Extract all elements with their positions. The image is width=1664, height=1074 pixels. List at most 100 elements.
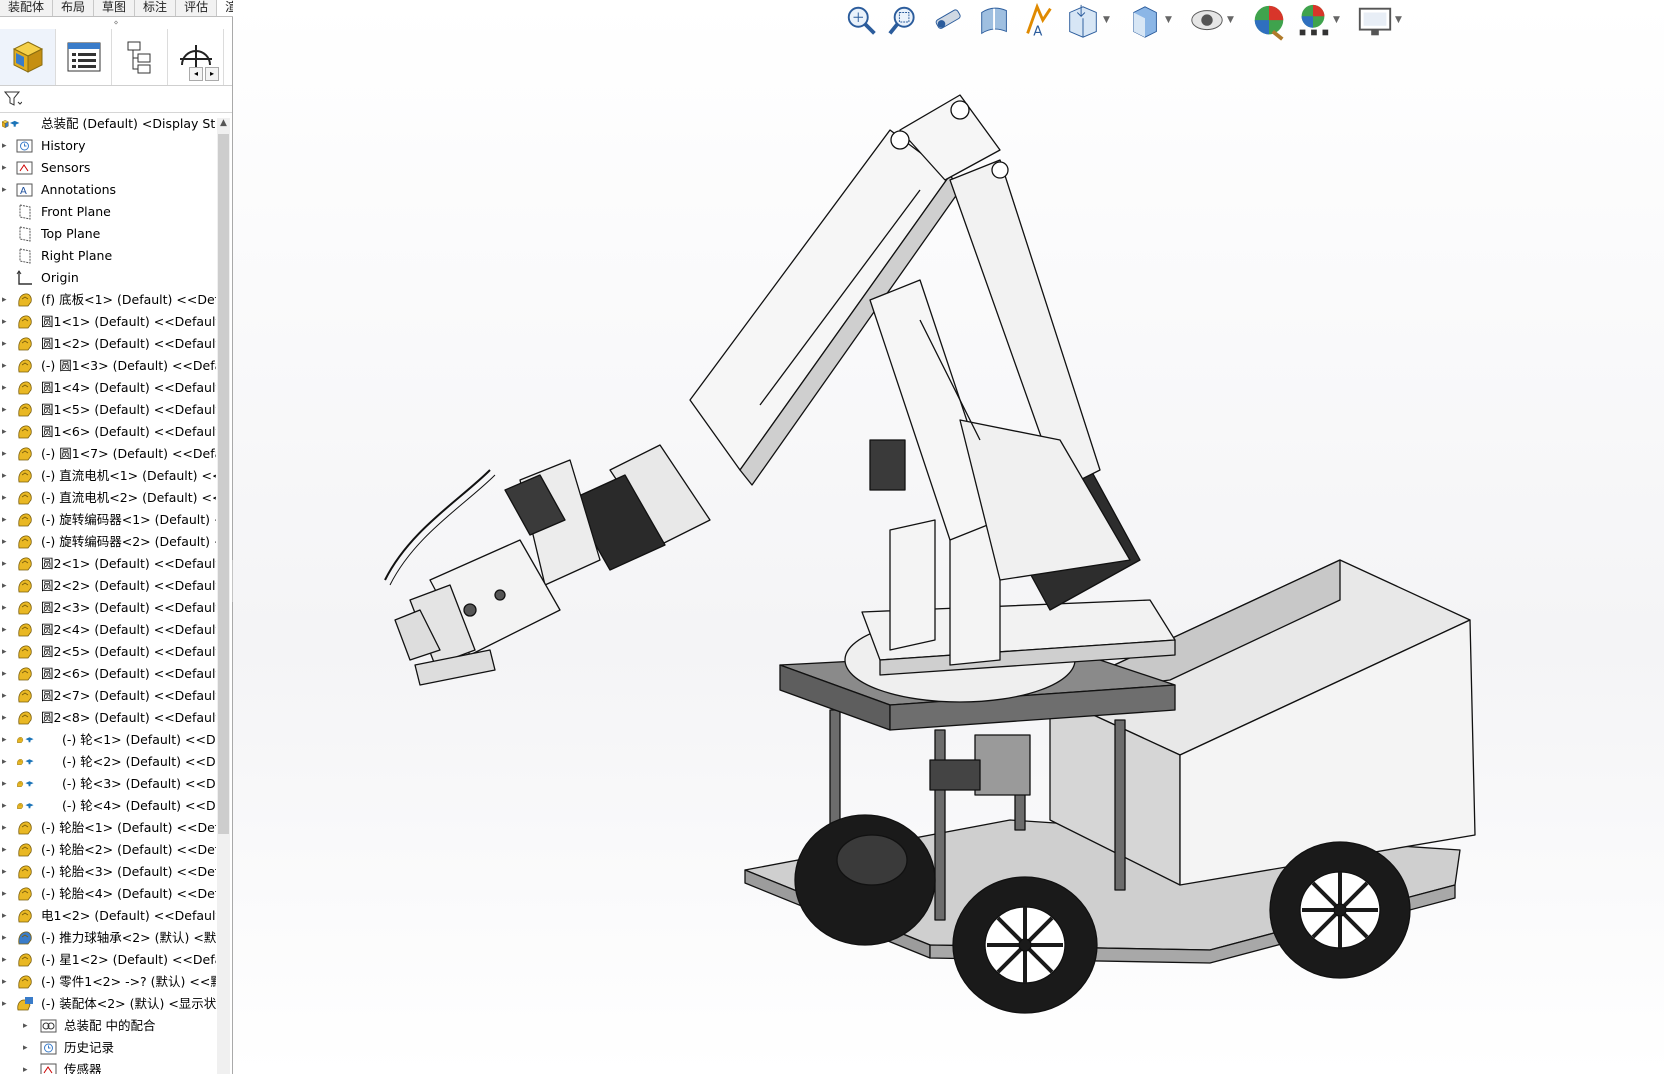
tree-item[interactable]: ▸ 圆1<1> (Default) <<Default>_ bbox=[0, 311, 216, 333]
expand-arrow-icon[interactable]: ▸ bbox=[2, 773, 12, 795]
expand-arrow-icon[interactable]: ▸ bbox=[2, 421, 12, 443]
tree-subitem[interactable]: ▸ 传感器 bbox=[0, 1059, 216, 1074]
expand-arrow-icon[interactable]: ▸ bbox=[2, 157, 12, 179]
tree-item[interactable]: ▸ (-) 轮<2> (Default) <<Def bbox=[0, 751, 216, 773]
tree-item[interactable]: ▸ 圆1<6> (Default) <<Default>_ bbox=[0, 421, 216, 443]
scroll-up-arrow-icon[interactable]: ▲ bbox=[217, 118, 230, 132]
tree-item[interactable]: ▸ (-) 轮<1> (Default) <<Def bbox=[0, 729, 216, 751]
ribbon-tab-0[interactable]: 装配体 bbox=[0, 0, 54, 16]
expand-arrow-icon[interactable]: ▸ bbox=[2, 927, 12, 949]
expand-arrow-icon[interactable]: ▸ bbox=[2, 751, 12, 773]
tree-item[interactable]: ▸ (-) 装配体<2> (默认) <显示状态 bbox=[0, 993, 216, 1015]
expand-arrow-icon[interactable]: ▸ bbox=[2, 487, 12, 509]
tree-subitem[interactable]: ▸ 历史记录 bbox=[0, 1037, 216, 1059]
expand-arrow-icon[interactable]: ▸ bbox=[2, 707, 12, 729]
expand-arrow-icon[interactable]: ▸ bbox=[2, 289, 12, 311]
expand-arrow-icon[interactable]: ▸ bbox=[2, 971, 12, 993]
tree-item[interactable]: ▸ History bbox=[0, 135, 216, 157]
expand-arrow-icon[interactable]: ▸ bbox=[2, 795, 12, 817]
tree-item[interactable]: ▸ 圆1<5> (Default) <<Default>_ bbox=[0, 399, 216, 421]
tree-item[interactable]: ▸ (-) 轮胎<3> (Default) <<Defau bbox=[0, 861, 216, 883]
expand-arrow-icon[interactable]: ▸ bbox=[2, 905, 12, 927]
expand-arrow-icon[interactable]: ▸ bbox=[2, 377, 12, 399]
tree-item[interactable]: ▸ 圆2<8> (Default) <<Default>_ bbox=[0, 707, 216, 729]
tree-item[interactable]: ▸ (-) 轮胎<1> (Default) <<Defau bbox=[0, 817, 216, 839]
tree-item[interactable]: ▸ 圆1<4> (Default) <<Default>_ bbox=[0, 377, 216, 399]
tab-featuremanager[interactable] bbox=[0, 29, 56, 85]
tree-item[interactable]: ▸ (-) 轮<3> (Default) <<Def bbox=[0, 773, 216, 795]
expand-arrow-icon[interactable]: ▸ bbox=[2, 443, 12, 465]
expand-arrow-icon[interactable]: ▸ bbox=[2, 333, 12, 355]
tree-item[interactable]: ▸ 圆2<5> (Default) <<Default>_ bbox=[0, 641, 216, 663]
expand-arrow-icon[interactable]: ▸ bbox=[2, 553, 12, 575]
expand-arrow-icon[interactable]: ▸ bbox=[2, 597, 12, 619]
tree-item[interactable]: ▸ 圆2<7> (Default) <<Default>_ bbox=[0, 685, 216, 707]
expand-arrow-icon[interactable]: ▸ bbox=[2, 575, 12, 597]
tab-propertymanager[interactable] bbox=[56, 29, 112, 85]
ribbon-tab-3[interactable]: 标注 bbox=[135, 0, 177, 16]
tree-filter[interactable] bbox=[0, 86, 232, 113]
expand-arrow-icon[interactable]: ▸ bbox=[2, 817, 12, 839]
expand-arrow-icon[interactable]: ▸ bbox=[2, 949, 12, 971]
expand-arrow-icon[interactable]: ▸ bbox=[2, 179, 12, 201]
tree-item[interactable]: Origin bbox=[0, 267, 216, 289]
expand-arrow-icon[interactable]: ▸ bbox=[2, 465, 12, 487]
tree-item[interactable]: ▸ (-) 轮胎<2> (Default) <<Defau bbox=[0, 839, 216, 861]
expand-arrow-icon[interactable]: ▸ bbox=[2, 729, 12, 751]
tree-item[interactable]: ▸ (-) 圆1<7> (Default) <<Defaul bbox=[0, 443, 216, 465]
tree-item[interactable]: ▸ (-) 圆1<3> (Default) <<Defaul bbox=[0, 355, 216, 377]
expand-arrow-icon[interactable]: ▸ bbox=[2, 509, 12, 531]
ribbon-tab-4[interactable]: 评估 bbox=[176, 0, 218, 16]
tree-root[interactable]: ▾ 总装配 (Default) <Display State bbox=[0, 113, 216, 135]
tree-item[interactable]: ▸ 圆2<6> (Default) <<Default>_ bbox=[0, 663, 216, 685]
tree-item[interactable]: ▸ Sensors bbox=[0, 157, 216, 179]
expand-arrow-icon[interactable]: ▸ bbox=[2, 355, 12, 377]
tree-subitem[interactable]: ▸ 总装配 中的配合 bbox=[0, 1015, 216, 1037]
graphics-area[interactable]: A ▼ ▼ ▼ ▼ ▼ bbox=[233, 0, 1664, 1074]
expand-arrow-icon[interactable]: ▸ bbox=[2, 531, 12, 553]
tree-item[interactable]: ▸ (-) 直流电机<2> (Default) <<D bbox=[0, 487, 216, 509]
tree-item[interactable]: Front Plane bbox=[0, 201, 216, 223]
expand-arrow-icon[interactable]: ▸ bbox=[2, 883, 12, 905]
tree-item[interactable]: ▸ (-) 旋转编码器<2> (Default) << bbox=[0, 531, 216, 553]
tab-configurationmanager[interactable] bbox=[112, 29, 168, 85]
expand-arrow-icon[interactable]: ▸ bbox=[2, 399, 12, 421]
tree-item[interactable]: ▸ (f) 底板<1> (Default) <<Defau bbox=[0, 289, 216, 311]
tree-item[interactable]: ▸ A Annotations bbox=[0, 179, 216, 201]
expand-arrow-icon[interactable]: ▸ bbox=[23, 1059, 33, 1074]
expand-arrow-icon[interactable]: ▸ bbox=[2, 641, 12, 663]
scrollbar-thumb[interactable] bbox=[218, 134, 229, 834]
expand-arrow-icon[interactable]: ▸ bbox=[2, 619, 12, 641]
expand-arrow-icon[interactable]: ▸ bbox=[2, 135, 12, 157]
tree-item[interactable]: ▸ 圆2<1> (Default) <<Default>_ bbox=[0, 553, 216, 575]
tree-item[interactable]: Top Plane bbox=[0, 223, 216, 245]
tree-item[interactable]: ▸ (-) 直流电机<1> (Default) <<D bbox=[0, 465, 216, 487]
tree-item[interactable]: ▸ (-) 推力球轴承<2> (默认) <默认 bbox=[0, 927, 216, 949]
scroll-right-button[interactable]: ▸ bbox=[205, 67, 219, 81]
tree-item[interactable]: ▸ (-) 星1<2> (Default) <<Defaul bbox=[0, 949, 216, 971]
tree-scrollbar[interactable]: ▲ bbox=[217, 118, 230, 1074]
tree-item[interactable]: Right Plane bbox=[0, 245, 216, 267]
tree-item[interactable]: ▸ 圆2<2> (Default) <<Default>_ bbox=[0, 575, 216, 597]
tree-item[interactable]: ▸ 电1<2> (Default) <<Default>_ bbox=[0, 905, 216, 927]
expand-arrow-icon[interactable]: ▸ bbox=[2, 685, 12, 707]
panel-grip[interactable]: ⋄ bbox=[0, 17, 232, 29]
tree-item[interactable]: ▸ 圆1<2> (Default) <<Default>_ bbox=[0, 333, 216, 355]
expand-arrow-icon[interactable]: ▸ bbox=[2, 663, 12, 685]
scroll-left-button[interactable]: ◂ bbox=[189, 67, 203, 81]
expand-arrow-icon[interactable]: ▸ bbox=[23, 1037, 33, 1059]
expand-arrow-icon[interactable]: ▸ bbox=[23, 1015, 33, 1037]
expand-arrow-icon[interactable]: ▸ bbox=[2, 839, 12, 861]
expand-arrow-icon[interactable]: ▸ bbox=[2, 311, 12, 333]
tree-item[interactable]: ▸ 圆2<3> (Default) <<Default>_ bbox=[0, 597, 216, 619]
tree-item[interactable]: ▸ 圆2<4> (Default) <<Default>_ bbox=[0, 619, 216, 641]
tree-item[interactable]: ▸ (-) 轮<4> (Default) <<Def bbox=[0, 795, 216, 817]
expand-arrow-icon[interactable]: ▸ bbox=[2, 861, 12, 883]
tree-item[interactable]: ▸ (-) 旋转编码器<1> (Default) << bbox=[0, 509, 216, 531]
ribbon-tab-2[interactable]: 草图 bbox=[94, 0, 136, 16]
tree-item[interactable]: ▸ (-) 轮胎<4> (Default) <<Defau bbox=[0, 883, 216, 905]
tab-dimxpert[interactable]: ◂ ▸ bbox=[168, 29, 224, 85]
robot-car-model[interactable] bbox=[233, 0, 1664, 1074]
tree-item[interactable]: ▸ (-) 零件1<2> ->? (默认) <<默认 bbox=[0, 971, 216, 993]
expand-arrow-icon[interactable]: ▸ bbox=[2, 993, 12, 1015]
